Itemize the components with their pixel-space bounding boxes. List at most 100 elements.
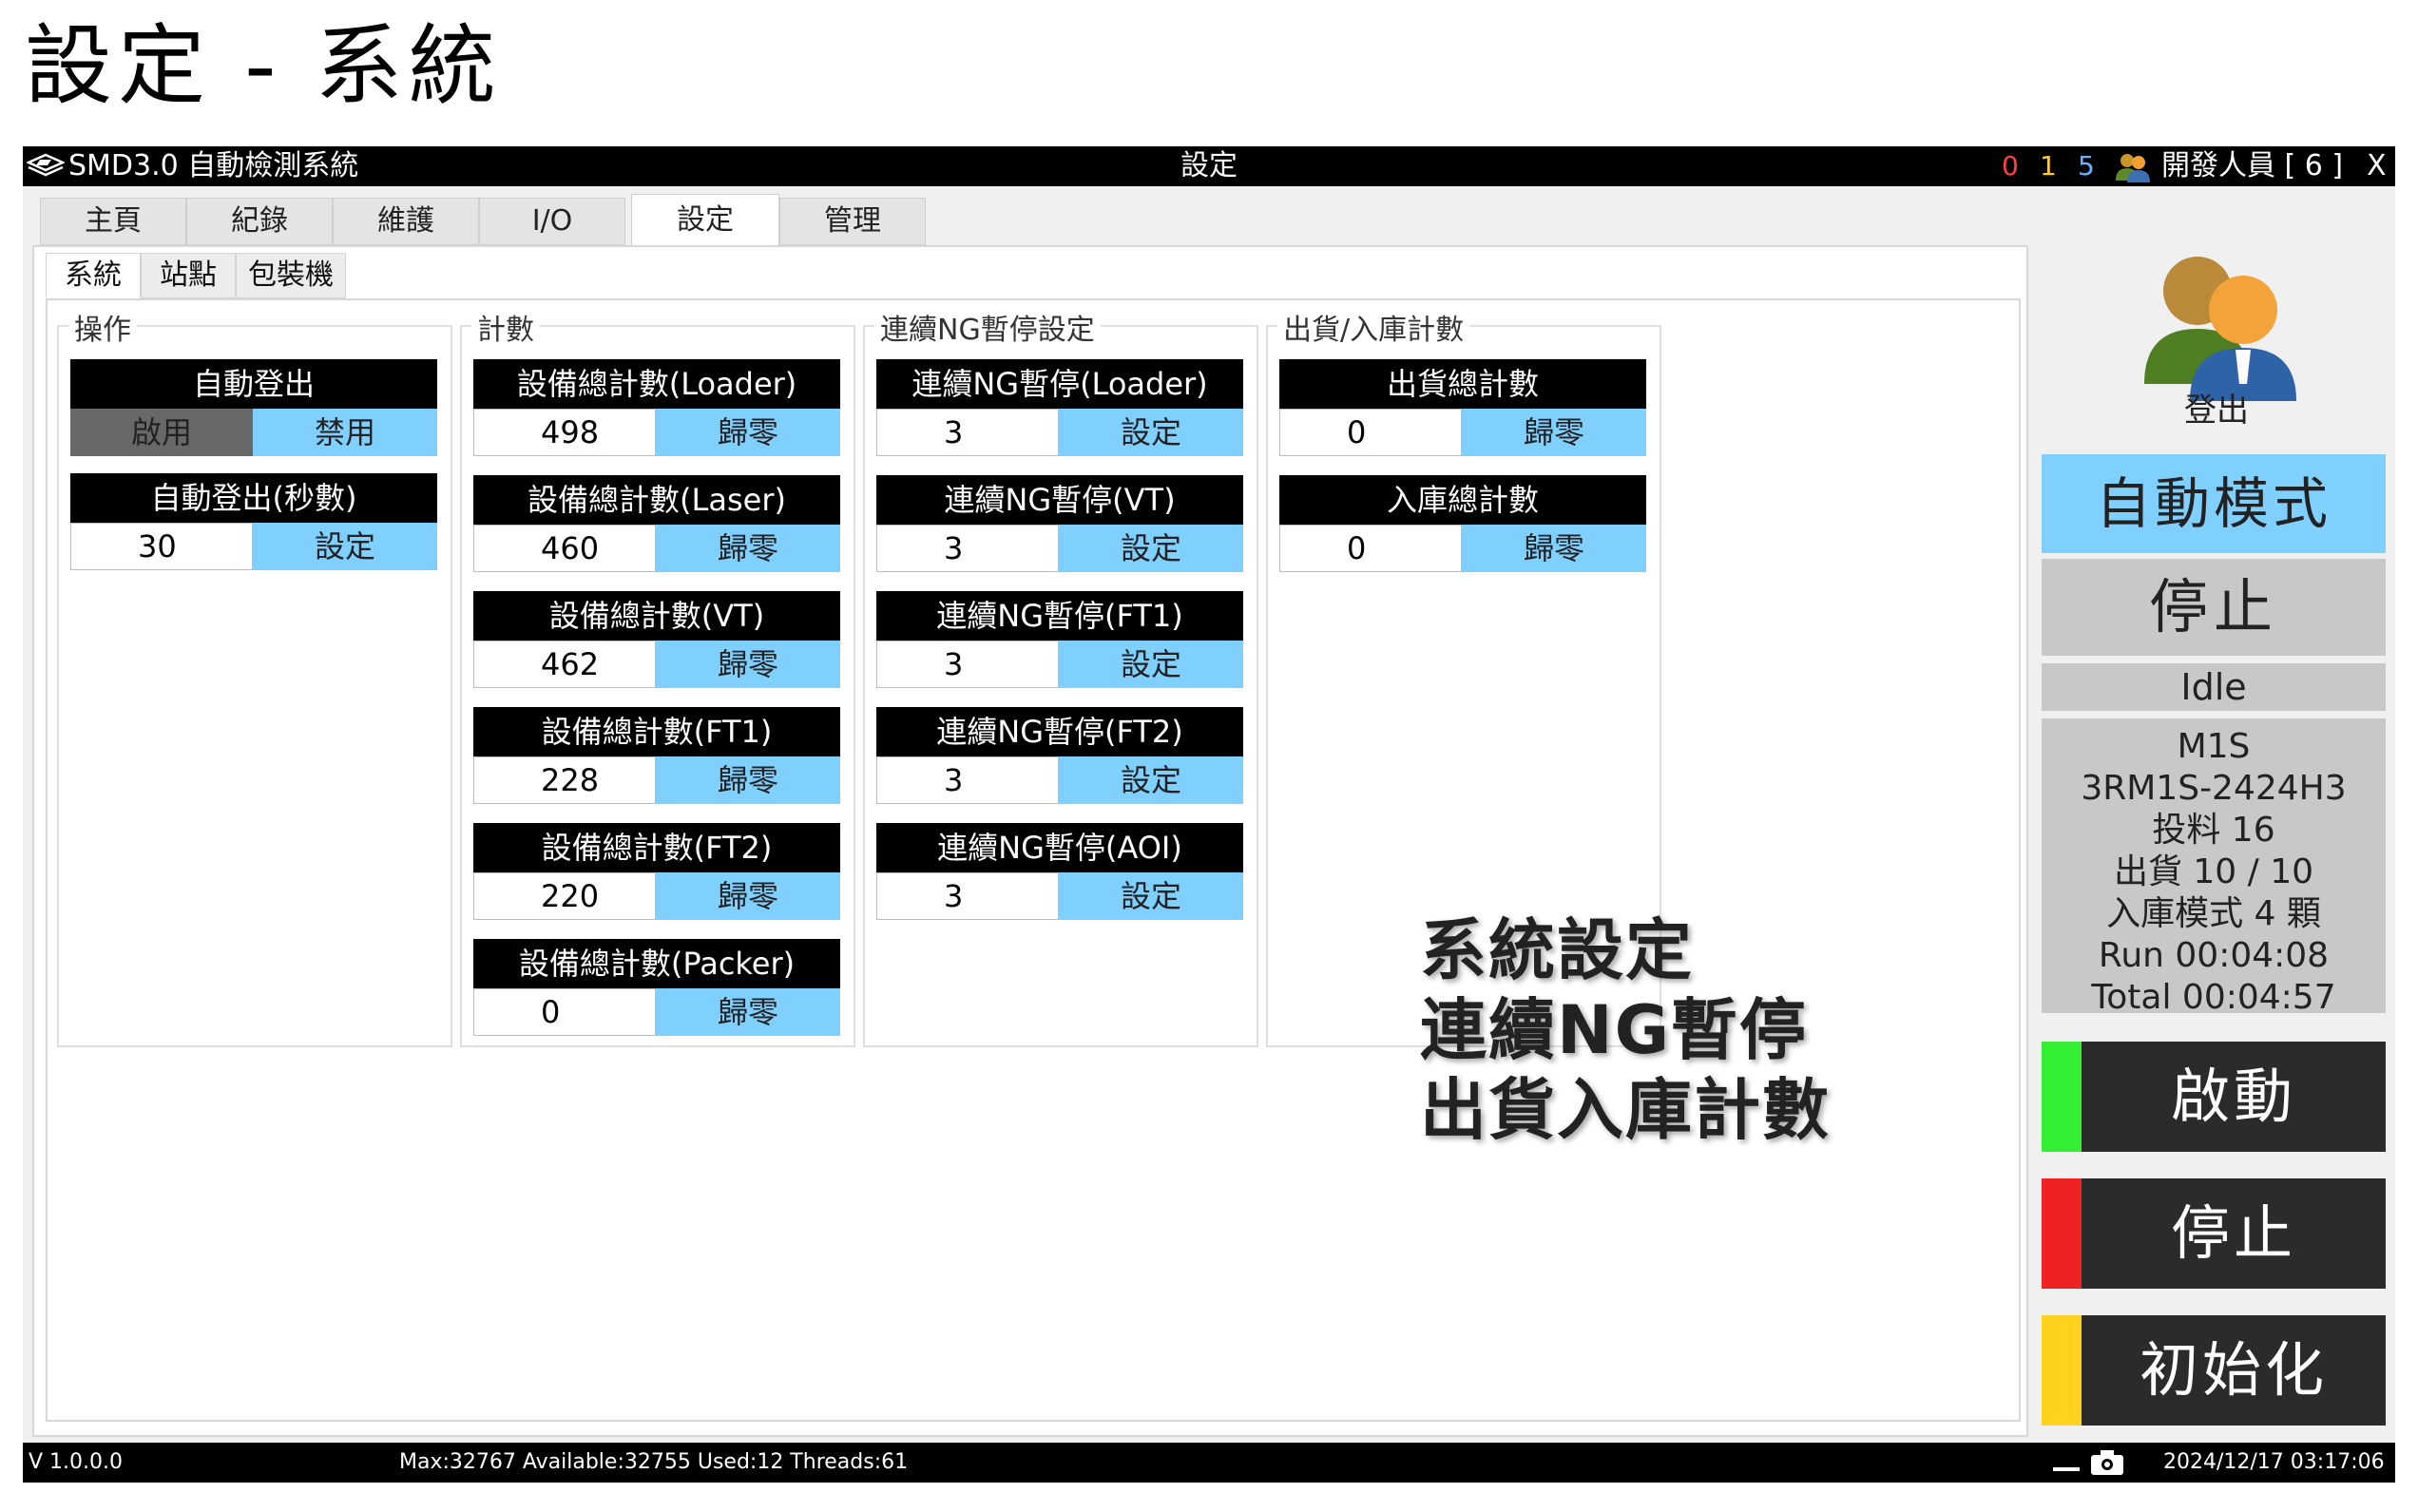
initialize-label: 初始化 xyxy=(2139,1335,2328,1405)
count-ft2-reset-button[interactable]: 歸零 xyxy=(656,872,840,920)
auto-logout-seconds-set-button[interactable]: 設定 xyxy=(253,523,437,570)
app-window: SMD3.0 自動檢測系統 設定 0 1 5 開發人員 [ 6 ] X 主頁 紀… xyxy=(23,146,2395,1483)
info-line: 出貨 10 / 10 xyxy=(2113,852,2314,891)
subtab-packer[interactable]: 包裝機 xyxy=(236,253,346,298)
count-packer-reset-button[interactable]: 歸零 xyxy=(656,988,840,1036)
group-ng-pause: 連續NG暫停設定 連續NG暫停(Loader) 3 設定 連續NG暫停(VT) … xyxy=(863,306,1258,1047)
close-button[interactable]: X xyxy=(2367,146,2387,186)
ng-vt-header: 連續NG暫停(VT) xyxy=(876,475,1243,525)
version-label: V 1.0.0.0 xyxy=(29,1450,124,1474)
production-info: M1S 3RM1S-2424H3 投料 16 出貨 10 / 10 入庫模式 4… xyxy=(2042,718,2386,1017)
subtab-station[interactable]: 站點 xyxy=(141,253,236,298)
tab-management[interactable]: 管理 xyxy=(779,198,926,245)
tab-home[interactable]: 主頁 xyxy=(40,198,186,245)
annotation-note: 系統設定 連續NG暫停 出貨入庫計數 xyxy=(1420,910,1831,1150)
annotation-line: 系統設定 xyxy=(1420,911,1694,989)
counter-blue: 5 xyxy=(2078,150,2095,182)
initialize-button[interactable]: 初始化 xyxy=(2042,1315,2386,1426)
ng-vt-field[interactable]: 3 xyxy=(876,525,1059,572)
count-packer-value: 0 xyxy=(473,988,656,1036)
ng-aoi-field[interactable]: 3 xyxy=(876,872,1059,920)
info-line: Run 00:04:08 xyxy=(2098,936,2330,975)
tab-io[interactable]: I/O xyxy=(479,198,625,245)
ng-ft2-header: 連續NG暫停(FT2) xyxy=(876,707,1243,756)
store-total-header: 入庫總計數 xyxy=(1279,475,1646,525)
tab-maintenance[interactable]: 維護 xyxy=(333,198,479,245)
start-button[interactable]: 啟動 xyxy=(2042,1042,2386,1152)
current-user[interactable]: 開發人員 [ 6 ] xyxy=(2161,146,2343,186)
memory-info: Max:32767 Available:32755 Used:12 Thread… xyxy=(399,1450,909,1474)
count-ft1-header: 設備總計數(FT1) xyxy=(473,707,840,756)
auto-logout-header: 自動登出 xyxy=(70,359,437,409)
tab-settings[interactable]: 設定 xyxy=(631,194,779,247)
count-ft2-value: 220 xyxy=(473,872,656,920)
count-laser-reset-button[interactable]: 歸零 xyxy=(656,525,840,572)
users-icon xyxy=(2116,154,2150,182)
minimize-icon[interactable] xyxy=(2053,1467,2080,1471)
count-loader-header: 設備總計數(Loader) xyxy=(473,359,840,409)
auto-logout-disable-button[interactable]: 禁用 xyxy=(253,409,437,456)
ng-loader-field[interactable]: 3 xyxy=(876,409,1059,456)
ng-ft2-set-button[interactable]: 設定 xyxy=(1059,756,1243,804)
datetime: 2024/12/17 03:17:06 xyxy=(2163,1450,2385,1474)
auto-mode-button[interactable]: 自動模式 xyxy=(2042,454,2386,553)
count-packer-header: 設備總計數(Packer) xyxy=(473,939,840,988)
machine-state: Idle xyxy=(2042,663,2386,711)
count-loader-value: 498 xyxy=(473,409,656,456)
store-total-value: 0 xyxy=(1279,525,1462,572)
info-line: 入庫模式 4 顆 xyxy=(2106,894,2321,933)
info-line: 投料 16 xyxy=(2152,811,2275,850)
ship-total-reset-button[interactable]: 歸零 xyxy=(1462,409,1646,456)
auto-logout-enable-button[interactable]: 啟用 xyxy=(70,409,253,456)
tab-records[interactable]: 紀錄 xyxy=(186,198,333,245)
logout-label[interactable]: 登出 xyxy=(2150,384,2283,431)
title-bar: SMD3.0 自動檢測系統 設定 0 1 5 開發人員 [ 6 ] X xyxy=(23,146,2395,186)
group-ng-pause-title: 連續NG暫停設定 xyxy=(874,306,1101,348)
ng-ft1-field[interactable]: 3 xyxy=(876,641,1059,688)
start-indicator xyxy=(2042,1042,2082,1152)
count-ft1-value: 228 xyxy=(473,756,656,804)
info-line: 3RM1S-2424H3 xyxy=(2081,769,2347,808)
store-total-reset-button[interactable]: 歸零 xyxy=(1462,525,1646,572)
stop-label: 停止 xyxy=(2170,1198,2296,1268)
stop-button[interactable]: 停止 xyxy=(2042,1178,2386,1289)
camera-icon[interactable] xyxy=(2089,1448,2125,1477)
ng-ft2-field[interactable]: 3 xyxy=(876,756,1059,804)
group-count-title: 計數 xyxy=(471,306,540,348)
stop-indicator xyxy=(2042,1178,2082,1289)
count-laser-header: 設備總計數(Laser) xyxy=(473,475,840,525)
start-label: 啟動 xyxy=(2170,1062,2296,1131)
user-avatar-icon[interactable] xyxy=(2131,241,2321,403)
annotation-line: 連續NG暫停 xyxy=(1420,991,1809,1069)
group-operation-title: 操作 xyxy=(68,306,137,348)
count-vt-value: 462 xyxy=(473,641,656,688)
ng-loader-set-button[interactable]: 設定 xyxy=(1059,409,1243,456)
counter-red: 0 xyxy=(2002,150,2019,182)
ng-aoi-header: 連續NG暫停(AOI) xyxy=(876,823,1243,872)
ng-ft1-header: 連續NG暫停(FT1) xyxy=(876,591,1243,641)
count-loader-reset-button[interactable]: 歸零 xyxy=(656,409,840,456)
count-ft1-reset-button[interactable]: 歸零 xyxy=(656,756,840,804)
count-laser-value: 460 xyxy=(473,525,656,572)
group-count: 計數 設備總計數(Loader) 498 歸零 設備總計數(Laser) 460… xyxy=(460,306,855,1047)
initialize-indicator xyxy=(2042,1315,2082,1426)
annotation-line: 出貨入庫計數 xyxy=(1420,1071,1831,1149)
slide-title: 設定 - 系統 xyxy=(25,15,502,117)
subtab-system[interactable]: 系統 xyxy=(46,253,141,298)
info-line: M1S xyxy=(2177,727,2251,766)
count-vt-header: 設備總計數(VT) xyxy=(473,591,840,641)
ng-aoi-set-button[interactable]: 設定 xyxy=(1059,872,1243,920)
count-vt-reset-button[interactable]: 歸零 xyxy=(656,641,840,688)
auto-logout-seconds-field[interactable]: 30 xyxy=(70,523,253,570)
group-operation: 操作 自動登出 啟用 禁用 自動登出(秒數) 30 設定 xyxy=(57,306,452,1047)
ng-vt-set-button[interactable]: 設定 xyxy=(1059,525,1243,572)
count-ft2-header: 設備總計數(FT2) xyxy=(473,823,840,872)
status-bar: V 1.0.0.0 Max:32767 Available:32755 Used… xyxy=(23,1443,2395,1483)
group-ship-store-title: 出貨/入庫計數 xyxy=(1277,306,1470,348)
ship-total-header: 出貨總計數 xyxy=(1279,359,1646,409)
info-line: Total 00:04:57 xyxy=(2091,978,2336,1017)
stop-mode-indicator[interactable]: 停止 xyxy=(2042,559,2386,656)
auto-logout-seconds-header: 自動登出(秒數) xyxy=(70,473,437,523)
ng-ft1-set-button[interactable]: 設定 xyxy=(1059,641,1243,688)
counter-yellow: 1 xyxy=(2040,150,2057,182)
